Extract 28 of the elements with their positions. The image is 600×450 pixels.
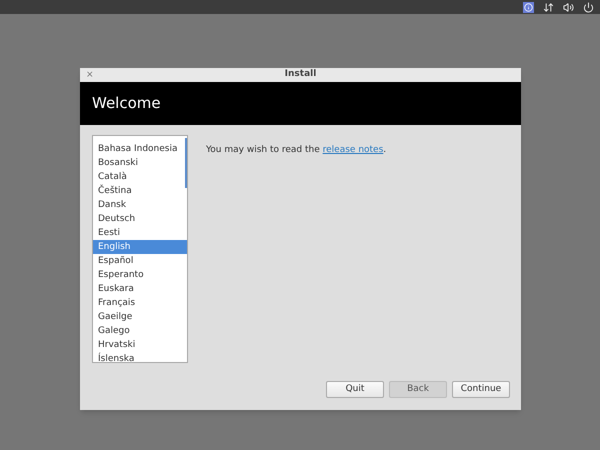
power-icon[interactable]	[583, 2, 594, 12]
language-item[interactable]: Español	[93, 254, 187, 268]
intro-text: You may wish to read the	[206, 144, 321, 157]
language-item[interactable]: Deutsch	[93, 212, 187, 226]
language-item[interactable]: Galego	[93, 324, 187, 338]
dialog-button[interactable]: Continue	[452, 381, 510, 398]
window-title: Install	[284, 68, 316, 82]
volume-icon[interactable]	[563, 2, 574, 12]
language-item[interactable]: Esperanto	[93, 268, 187, 282]
scrollbar-thumb[interactable]	[185, 138, 187, 188]
language-item[interactable]: Bahasa Indonesia	[93, 142, 187, 156]
language-item[interactable]: Bosanski	[93, 156, 187, 170]
network-icon[interactable]	[543, 2, 554, 12]
language-item[interactable]: English	[93, 240, 187, 254]
language-item[interactable]: Gaeilge	[93, 310, 187, 324]
language-item[interactable]: Íslenska	[93, 352, 187, 362]
close-button[interactable]: ×	[86, 68, 94, 82]
dialog-button[interactable]: Quit	[326, 381, 384, 398]
language-item[interactable]: Eesti	[93, 226, 187, 240]
language-item[interactable]: Hrvatski	[93, 338, 187, 352]
language-item[interactable]: Euskara	[93, 282, 187, 296]
language-item[interactable]: Català	[93, 170, 187, 184]
header-title: Welcome	[92, 93, 161, 114]
language-item[interactable]: Čeština	[93, 184, 187, 198]
language-item[interactable]: Français	[93, 296, 187, 310]
language-item[interactable]: Dansk	[93, 198, 187, 212]
period-text: .	[383, 144, 386, 157]
info-icon[interactable]	[523, 2, 534, 12]
